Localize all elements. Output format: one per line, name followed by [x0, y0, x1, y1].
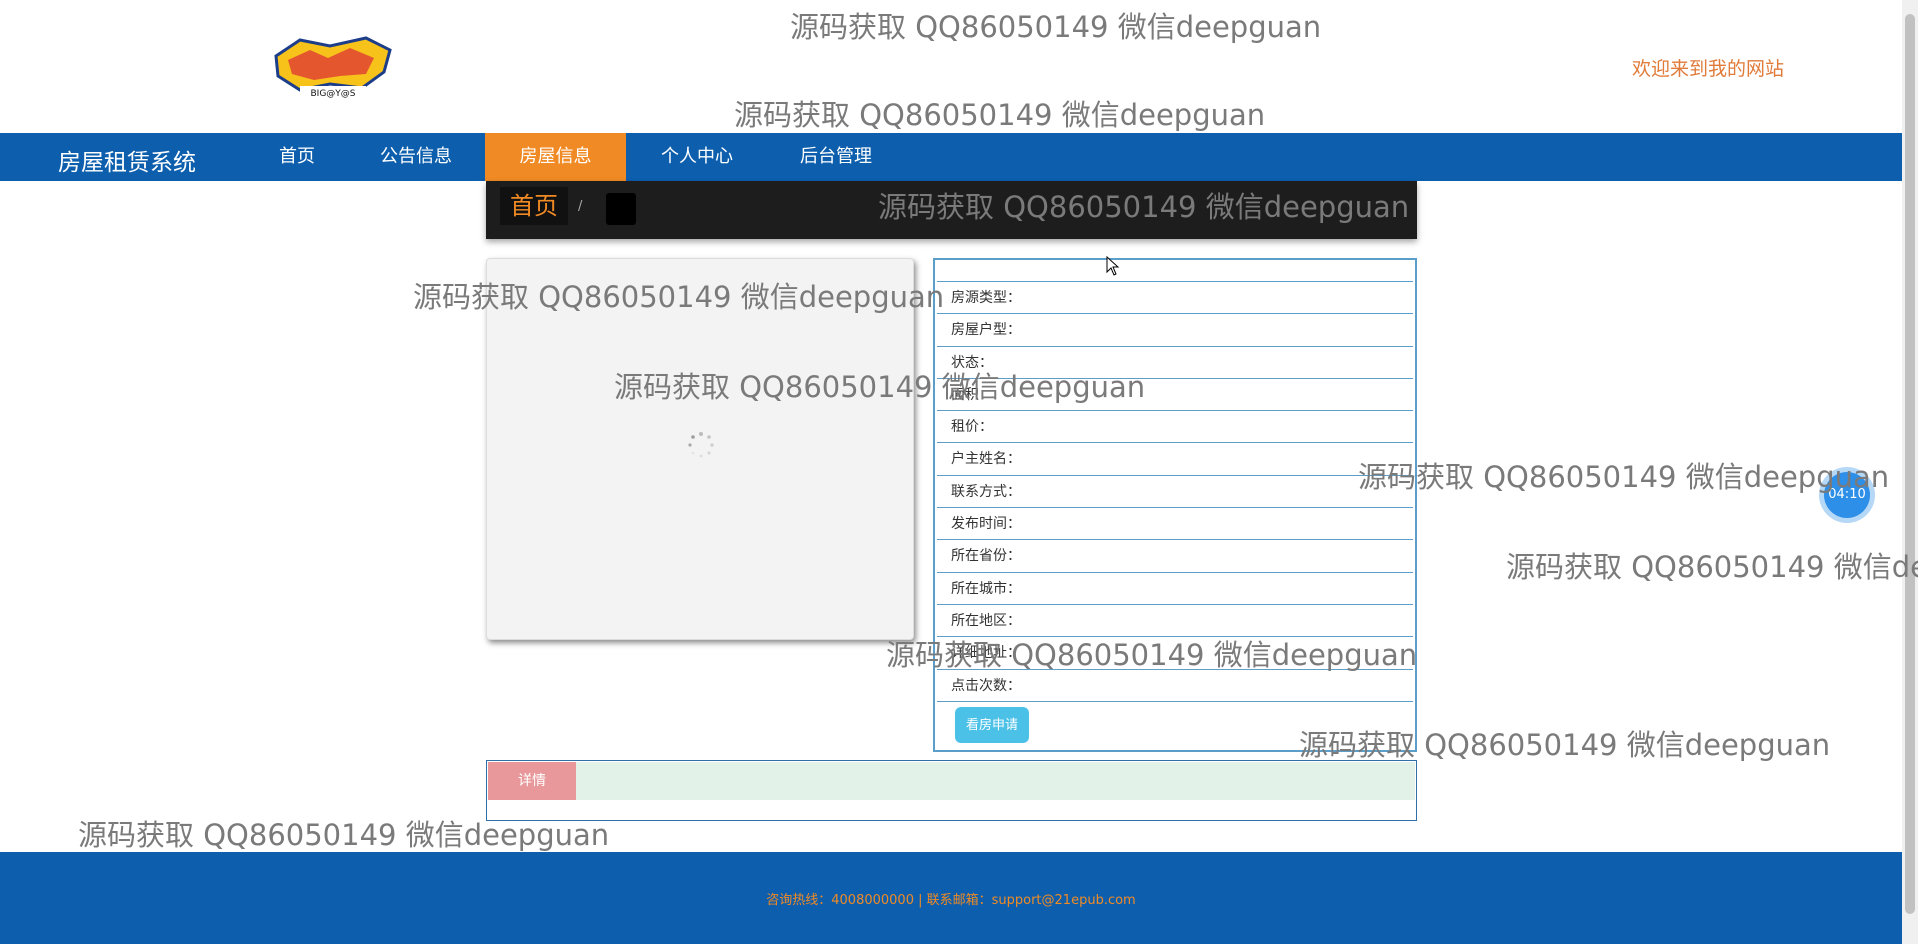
scrollbar-thumb[interactable] — [1905, 14, 1915, 914]
info-row-click-count: 点击次数： — [937, 670, 1413, 702]
mouse-cursor-icon — [1106, 256, 1120, 276]
info-row-rent-price: 租价： — [937, 411, 1413, 444]
breadcrumb-current[interactable] — [606, 193, 636, 225]
info-row-publish-time: 发布时间： — [937, 508, 1413, 541]
info-row-province: 所在省份： — [937, 540, 1413, 573]
info-row-owner-name: 户主姓名： — [937, 443, 1413, 476]
breadcrumb-home[interactable]: 首页 — [500, 187, 568, 225]
info-table-header — [937, 260, 1413, 282]
info-row-house-source-type: 房源类型： — [937, 282, 1413, 315]
detail-tab-bar: 详情 — [488, 762, 1415, 800]
info-row-house-layout: 房屋户型： — [937, 314, 1413, 347]
timer-badge[interactable]: 04:10 — [1824, 472, 1870, 518]
nav-underline — [250, 181, 344, 183]
site-footer: 咨询热线：4008000000 | 联系邮箱：support@21epub.co… — [0, 852, 1902, 944]
site-header: BIG@Y@S 欢迎来到我的网站 — [0, 0, 1902, 133]
nav-item-personal-center[interactable]: 个人中心 — [626, 133, 768, 181]
info-row-city: 所在城市： — [937, 573, 1413, 605]
footer-contact-text: 咨询热线：4008000000 | 联系邮箱：support@21epub.co… — [766, 893, 1136, 908]
house-image-panel[interactable] — [486, 258, 914, 640]
house-info-table: 房源类型： 房屋户型： 状态： 面积： 租价： 户主姓名： 联系方式： 发布时间… — [933, 258, 1417, 752]
apply-viewing-button[interactable]: 看房申请 — [955, 707, 1029, 743]
detail-section: 详情 — [486, 760, 1417, 821]
info-row-address: 详细地址： — [937, 637, 1413, 670]
main-nav: 房屋租赁系统 首页 公告信息 房屋信息 个人中心 后台管理 — [0, 133, 1902, 183]
nav-item-label: 公告信息 — [380, 146, 452, 167]
watermark: 源码获取 QQ86050149 微信deepguan — [1358, 460, 1890, 494]
breadcrumb: 首页 / — [486, 181, 1417, 239]
nav-item-announcements[interactable]: 公告信息 — [348, 133, 484, 183]
info-row-district: 所在地区： — [937, 605, 1413, 638]
info-row-status: 状态： — [937, 347, 1413, 379]
nav-underline — [348, 181, 484, 183]
site-brand[interactable]: 房屋租赁系统 — [58, 143, 196, 177]
info-row-contact: 联系方式： — [937, 476, 1413, 509]
nav-item-label: 首页 — [279, 146, 315, 167]
logo-text: BIG@Y@S — [310, 89, 355, 99]
nav-item-label: 个人中心 — [661, 146, 733, 167]
info-row-area: 面积： — [937, 379, 1413, 412]
loading-spinner-icon — [688, 432, 714, 458]
site-logo[interactable]: BIG@Y@S — [270, 36, 396, 100]
tab-detail[interactable]: 详情 — [488, 762, 576, 800]
nav-item-label: 房屋信息 — [519, 146, 592, 167]
page-scrollbar[interactable] — [1902, 0, 1918, 944]
nav-item-label: 后台管理 — [800, 146, 872, 167]
welcome-text: 欢迎来到我的网站 — [1632, 58, 1785, 80]
nav-item-house-info[interactable]: 房屋信息 — [485, 133, 626, 181]
nav-item-admin[interactable]: 后台管理 — [768, 133, 904, 183]
watermark: 源码获取 QQ86050149 微信deepguan — [1506, 550, 1918, 584]
breadcrumb-separator: / — [578, 199, 583, 214]
nav-item-home[interactable]: 首页 — [250, 133, 344, 183]
